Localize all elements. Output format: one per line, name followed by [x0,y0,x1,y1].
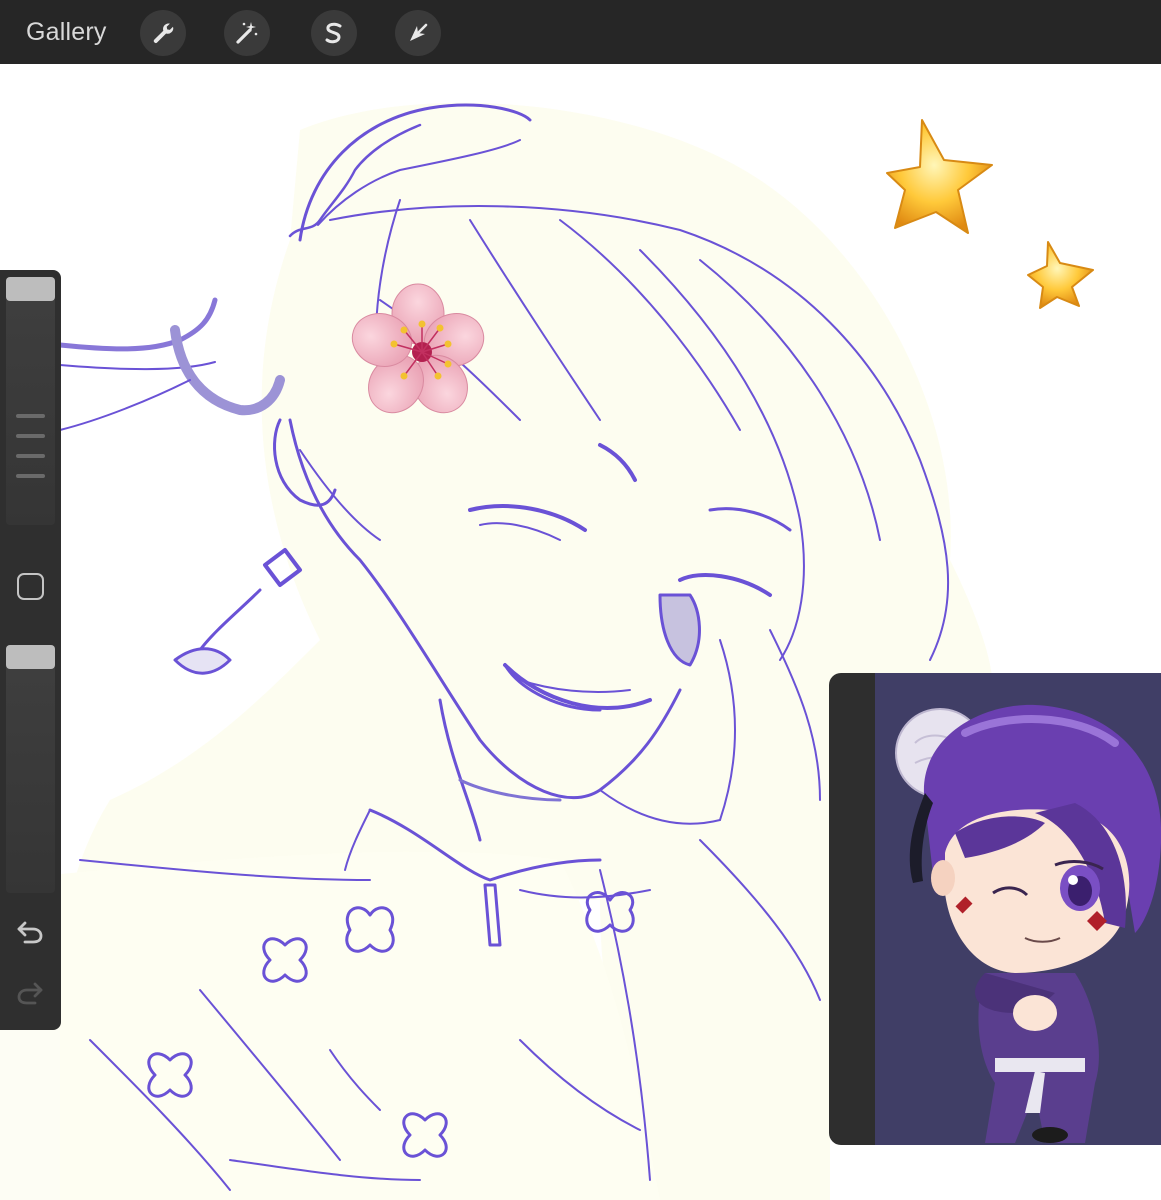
opacity-thumb[interactable] [6,645,55,669]
selection-button[interactable] [311,10,357,56]
gallery-button[interactable]: Gallery [26,17,107,47]
transform-button[interactable] [395,10,441,56]
undo-button[interactable] [15,919,45,945]
undo-icon [17,921,43,944]
star-emoji [1027,241,1094,309]
reference-image [875,673,1161,1145]
star-emoji [886,119,993,234]
wrench-icon [153,23,174,43]
left-sidebar [0,270,61,1030]
brush-size-thumb[interactable] [6,277,55,301]
brush-size-slider[interactable] [6,277,55,525]
redo-button[interactable] [15,980,45,1006]
actions-button[interactable] [140,10,186,56]
arrow-cursor-icon [410,23,428,41]
redo-icon [17,982,43,1005]
adjustments-button[interactable] [224,10,270,56]
magic-wand-icon [236,22,258,44]
modify-button[interactable] [17,573,44,600]
selection-s-icon [325,22,342,44]
top-toolbar: Gallery [0,0,1161,64]
slider-grip [16,414,45,494]
opacity-slider[interactable] [6,645,55,893]
reference-panel[interactable] [829,673,1161,1145]
